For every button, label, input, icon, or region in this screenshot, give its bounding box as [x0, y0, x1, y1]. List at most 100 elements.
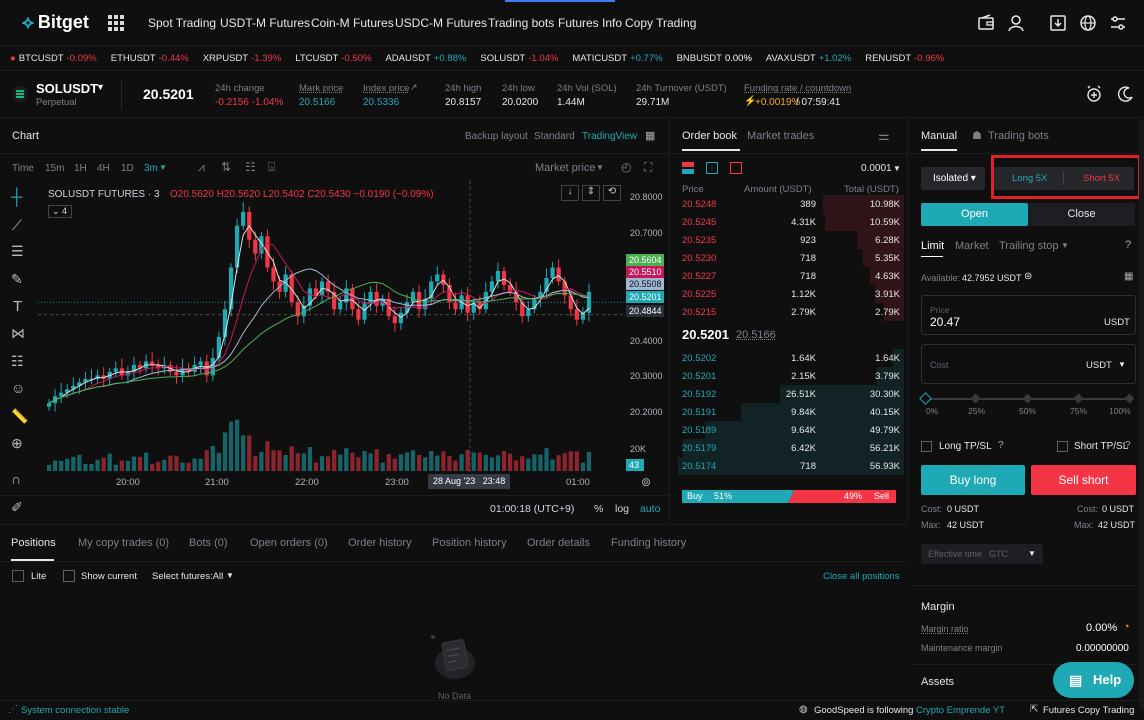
settings-sliders-icon[interactable]	[1108, 13, 1128, 33]
dark-mode-icon[interactable]	[1117, 85, 1135, 103]
ask-row[interactable]: 20.5245 4.31K 10.59K	[678, 213, 904, 231]
ticker-item[interactable]: ETHUSDT -0.44%	[111, 53, 189, 64]
trade-scrollbar[interactable]	[1139, 119, 1144, 709]
bid-row[interactable]: 20.5189 9.64K 49.79K	[678, 421, 904, 439]
nav-copy-trading[interactable]: Copy Trading	[625, 16, 696, 30]
view-both-icon[interactable]	[682, 162, 694, 174]
interval-4h[interactable]: 4H	[97, 163, 110, 174]
effective-dropdown-icon[interactable]: ▼	[1028, 549, 1036, 558]
cost-unit-select[interactable]: USDT	[1086, 360, 1112, 371]
mark-price-label[interactable]: Mark price	[299, 83, 343, 94]
order-type-limit[interactable]: Limit	[921, 240, 944, 252]
open-tab-button[interactable]: Open	[921, 203, 1028, 226]
orderbook-settings-icon[interactable]: ⚌	[878, 128, 890, 144]
price-type-select[interactable]: Market price	[535, 162, 596, 174]
nav-trading-bots[interactable]: Trading bots	[488, 16, 554, 30]
close-all-positions-link[interactable]: Close all positions	[823, 571, 900, 582]
precision-select[interactable]: 0.0001	[861, 163, 892, 174]
cost-input[interactable]: Cost USDT ▼	[921, 344, 1136, 384]
nav-spot-trading[interactable]: Spot Trading	[148, 16, 216, 30]
symbol-name[interactable]: SOLUSDT	[36, 81, 98, 96]
tab-position-history[interactable]: Position history	[432, 537, 507, 549]
scale-percent[interactable]: %	[594, 503, 603, 515]
futures-copy-trading-link[interactable]: Futures Copy Trading	[1043, 705, 1134, 716]
fullscreen-icon[interactable]: ⛶	[644, 160, 652, 175]
tab-copy-trades[interactable]: My copy trades (0)	[78, 537, 169, 549]
layout-standard[interactable]: Standard	[534, 131, 575, 142]
layout-backup[interactable]: Backup layout	[465, 131, 528, 142]
candlestick-chart[interactable]	[38, 181, 670, 495]
nav-coin-m-futures[interactable]: Coin-M Futures	[311, 16, 394, 30]
tab-order-history[interactable]: Order history	[348, 537, 412, 549]
long-tpsl-checkbox[interactable]	[921, 441, 932, 452]
nav-futures-info[interactable]: Futures Info	[558, 16, 622, 30]
apps-grid-icon[interactable]	[108, 15, 124, 31]
forecast-tool-icon[interactable]: ☷	[11, 353, 24, 370]
show-current-checkbox[interactable]	[63, 570, 75, 582]
price-type-dropdown-icon[interactable]: ▼	[596, 163, 604, 172]
tab-market-trades[interactable]: Market trades	[747, 130, 814, 142]
ask-row[interactable]: 20.5225 1.12K 3.91K	[678, 285, 904, 303]
bid-row[interactable]: 20.5174 718 56.93K	[678, 457, 904, 475]
orderbook-mark-price[interactable]: 20.5166	[736, 329, 776, 341]
ask-row[interactable]: 20.5235 923 6.28K	[678, 231, 904, 249]
trendline-tool-icon[interactable]: ⟋	[12, 217, 22, 234]
order-type-market[interactable]: Market	[955, 240, 989, 252]
wallet-icon[interactable]	[976, 13, 996, 33]
close-tab-button[interactable]: Close	[1028, 203, 1135, 226]
slider-handle[interactable]	[919, 392, 932, 405]
ticker-item[interactable]: XRPUSDT -1.39%	[203, 53, 282, 64]
follow-user[interactable]: GoodSpeed	[814, 705, 865, 716]
tab-funding-history[interactable]: Funding history	[611, 537, 686, 549]
effective-time-select[interactable]: Effective time GTC ▼	[921, 544, 1043, 564]
pattern-tool-icon[interactable]: ⋈	[11, 325, 25, 342]
follow-target[interactable]: Crypto Emprende YT	[916, 705, 1005, 716]
camera-icon[interactable]: ⌻	[268, 160, 275, 175]
download-icon[interactable]	[1048, 13, 1068, 33]
ask-row[interactable]: 20.5230 718 5.35K	[678, 249, 904, 267]
view-bids-icon[interactable]	[706, 162, 718, 174]
emoji-tool-icon[interactable]: ☺	[11, 380, 25, 396]
tab-trading-bots[interactable]: Trading bots	[988, 130, 1049, 142]
indicators-icon[interactable]: ⩘	[198, 160, 205, 175]
select-futures-dropdown-icon[interactable]: ▼	[226, 571, 234, 580]
margin-ratio-label[interactable]: Margin ratio	[921, 624, 969, 634]
nav-usdc-m-futures[interactable]: USDC-M Futures	[395, 16, 487, 30]
bitget-logo[interactable]: ⟡ Bitget	[22, 12, 89, 33]
ask-row[interactable]: 20.5227 718 4.63K	[678, 267, 904, 285]
template-icon[interactable]: ☷	[245, 160, 256, 174]
bid-row[interactable]: 20.5201 2.15K 3.79K	[678, 367, 904, 385]
index-price-label[interactable]: Index price	[363, 83, 409, 94]
text-tool-icon[interactable]: T	[13, 298, 22, 315]
ticker-item[interactable]: RENUSDT -0.96%	[865, 53, 944, 64]
fib-tool-icon[interactable]: ☰	[11, 243, 24, 260]
help-circle-icon[interactable]: ?	[1125, 239, 1131, 251]
short-tpsl-help-icon[interactable]: ?	[1125, 440, 1131, 451]
cost-unit-dropdown-icon[interactable]: ▼	[1118, 360, 1126, 369]
price-input[interactable]: Price 20.47 USDT	[921, 295, 1136, 335]
transfer-icon[interactable]: ⊜	[1024, 271, 1032, 282]
crosshair-tool-icon[interactable]: ┼	[11, 189, 22, 207]
tab-order-book[interactable]: Order book	[682, 130, 737, 142]
calculator-icon[interactable]: ▦	[1124, 271, 1133, 282]
lite-checkbox[interactable]	[12, 570, 24, 582]
settings-icon[interactable]: ◴	[621, 160, 631, 174]
zoom-tool-icon[interactable]: ⊕	[11, 435, 23, 452]
tab-open-orders[interactable]: Open orders (0)	[250, 537, 328, 549]
tab-bots[interactable]: Bots (0)	[189, 537, 228, 549]
alarm-add-icon[interactable]	[1085, 85, 1103, 103]
sell-short-button[interactable]: Sell short	[1031, 465, 1136, 495]
tab-positions[interactable]: Positions	[11, 537, 56, 549]
long-tpsl-help-icon[interactable]: ?	[998, 440, 1004, 451]
lock-draw-tool-icon[interactable]: ✐	[11, 499, 23, 516]
layout-tradingview[interactable]: TradingView	[582, 131, 637, 142]
globe-icon[interactable]	[1078, 13, 1098, 33]
view-asks-icon[interactable]	[730, 162, 742, 174]
external-link-icon[interactable]: ↗	[410, 82, 418, 93]
interval-time[interactable]: Time	[12, 163, 34, 174]
ask-row[interactable]: 20.5215 2.79K 2.79K	[678, 303, 904, 321]
funding-label[interactable]: Funding rate / countdown	[744, 83, 851, 94]
scale-log[interactable]: log	[615, 503, 629, 515]
tab-order-details[interactable]: Order details	[527, 537, 590, 549]
goto-realtime-icon[interactable]: ⊚	[641, 475, 651, 489]
